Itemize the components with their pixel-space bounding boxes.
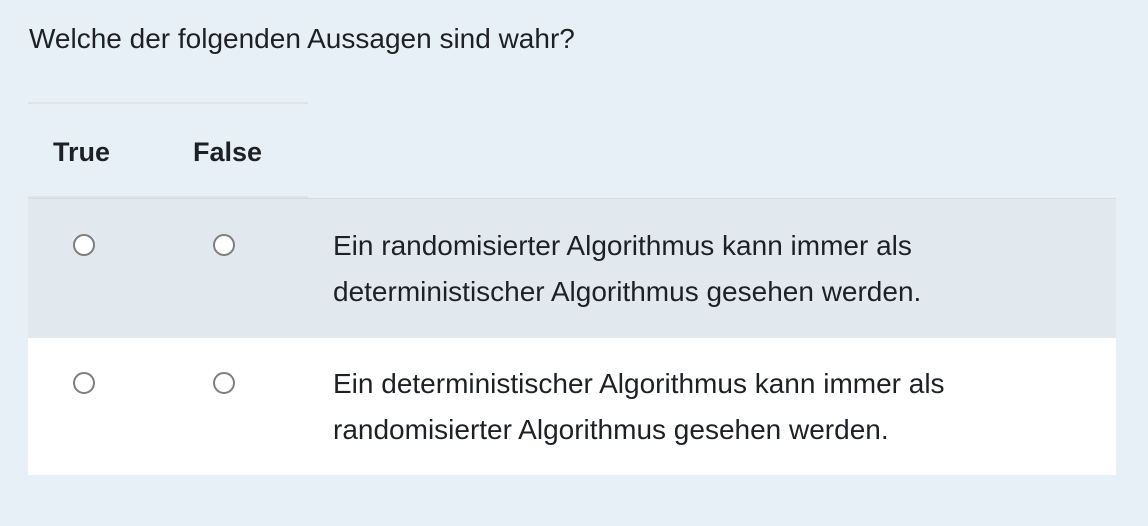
header-divider-top — [28, 102, 308, 104]
statement-1-line-2: deterministischer Algorithmus gesehen we… — [333, 276, 922, 307]
statement-2-line-2: randomisierter Algorithmus gesehen werde… — [333, 414, 889, 445]
radio-true-statement-2[interactable] — [73, 372, 95, 394]
matrix-header: True False — [28, 102, 1116, 198]
statement-row-1: Ein randomisierter Algorithmus kann imme… — [28, 198, 1116, 338]
statement-2-line-1: Ein deterministischer Algorithmus kann i… — [333, 368, 945, 399]
statement-row-2: Ein deterministischer Algorithmus kann i… — [28, 338, 1116, 475]
radio-false-statement-2[interactable] — [213, 372, 235, 394]
column-header-true: True — [53, 137, 111, 167]
column-header-false: False — [193, 137, 263, 167]
statement-text-2: Ein deterministischer Algorithmus kann i… — [333, 361, 1093, 453]
true-false-matrix: True False Ein randomisierter Algorithmu… — [28, 102, 1116, 475]
radio-true-statement-1[interactable] — [73, 234, 95, 256]
statement-1-line-1: Ein randomisierter Algorithmus kann imme… — [333, 230, 912, 261]
statement-text-1: Ein randomisierter Algorithmus kann imme… — [333, 223, 1093, 315]
radio-false-statement-1[interactable] — [213, 234, 235, 256]
question-text: Welche der folgenden Aussagen sind wahr? — [29, 23, 575, 54]
